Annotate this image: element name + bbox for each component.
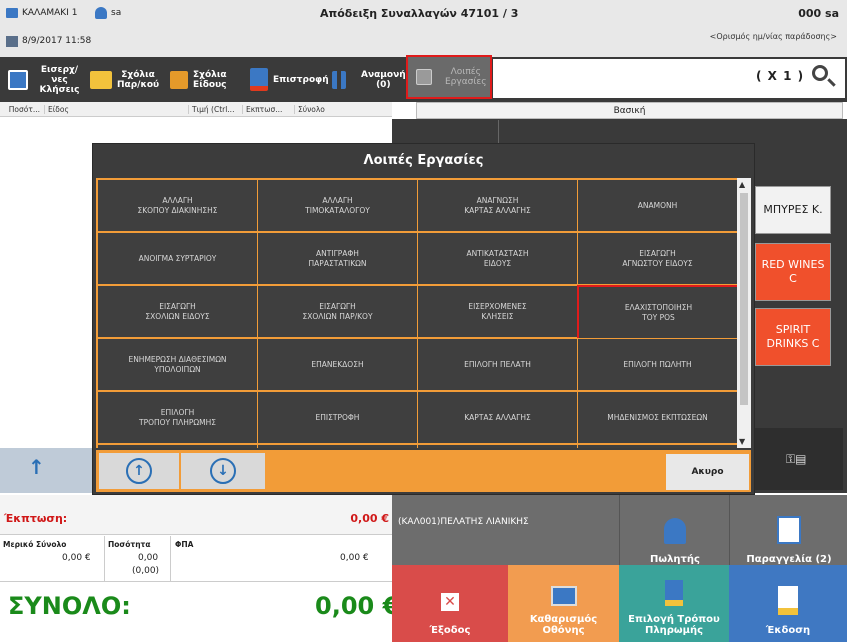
other-tasks-dialog: Λοιπές Εργασίες ΑΛΛΑΓΗ ΣΚΟΠΟΥ ΔΙΑΚΙΝΗΣΗΣ… bbox=[92, 143, 755, 495]
clear-screen-button[interactable]: Καθαρισμός Οθόνης bbox=[508, 565, 619, 642]
page-up-button[interactable]: ↑ bbox=[99, 453, 179, 489]
task-cell[interactable]: ΕΠΙΣΤΡΟΦΗ bbox=[257, 391, 418, 444]
arrow-down-circle-icon: ↓ bbox=[210, 458, 236, 484]
column-quantity[interactable]: Ποσότ... bbox=[0, 105, 44, 114]
subtotal-label: Μερικό Σύνολο bbox=[3, 540, 67, 549]
task-cell[interactable]: ΕΙΣΑΓΩΓΗ ΣΧΟΛΙΩΝ ΕΙΔΟΥΣ bbox=[97, 285, 258, 338]
task-cell-partial[interactable] bbox=[257, 444, 418, 448]
exit-button[interactable]: ✕ Έξοδος bbox=[392, 565, 508, 642]
task-cell[interactable]: ΚΑΡΤΑΣ ΑΛΛΑΓΗΣ bbox=[417, 391, 578, 444]
items-grid-header: Ποσότ... Είδος Τιμή (Ctrl... Εκπτωσ... Σ… bbox=[0, 102, 392, 117]
task-cell[interactable]: ΑΛΛΑΓΗ ΣΚΟΠΟΥ ΔΙΑΚΙΝΗΣΗΣ bbox=[97, 179, 258, 232]
scroll-up-icon[interactable]: ▲ bbox=[739, 180, 745, 189]
pos-terminal-icon bbox=[665, 580, 683, 606]
user-name: sa bbox=[111, 8, 122, 18]
date-time: 8/9/2017 11:58 bbox=[22, 36, 92, 46]
category-beers[interactable]: ΜΠΥΡΕΣ Κ. bbox=[755, 186, 831, 234]
page-down-button[interactable]: ↓ bbox=[181, 453, 265, 489]
task-cell[interactable]: ΕΙΣΕΡΧΟΜΕΝΕΣ ΚΛΗΣΕΙΣ bbox=[417, 285, 578, 338]
customer-panel[interactable] bbox=[392, 495, 619, 565]
monitor-clear-icon bbox=[550, 586, 577, 606]
item-comments-button[interactable]: Σχόλια Είδους bbox=[170, 57, 240, 102]
task-cell[interactable]: ΜΗΔΕΝΙΣΜΟΣ ΕΚΠΤΩΣΕΩΝ bbox=[577, 391, 737, 444]
waiting-button[interactable]: Αναμονή (0) bbox=[332, 57, 406, 102]
tasks-grid: ΑΛΛΑΓΗ ΣΚΟΠΟΥ ΔΙΑΚΙΝΗΣΗΣ ΑΛΛΑΓΗ ΤΙΜΟΚΑΤΑΛ… bbox=[96, 178, 737, 448]
payment-method-button[interactable]: Επιλογή Τρόπου Πληρωμής bbox=[619, 565, 729, 642]
task-cell[interactable]: ΕΙΣΑΓΩΓΗ ΣΧΟΛΙΩΝ ΠΑΡ/ΚΟΥ bbox=[257, 285, 418, 338]
key-document-icon: ⚿▤ bbox=[786, 452, 807, 466]
quantity-value: 0,00 bbox=[138, 553, 159, 563]
notes-icon bbox=[170, 70, 188, 89]
column-total[interactable]: Σύνολο bbox=[294, 104, 348, 114]
user-icon bbox=[95, 7, 107, 19]
store-name: ΚΑΛΑΜΑΚΙ 1 bbox=[22, 8, 78, 18]
delivery-date-link[interactable]: <Ορισμός ημ/νίας παράδοσης> bbox=[710, 32, 837, 41]
task-cell[interactable]: ΑΝΑΜΟΝΗ bbox=[577, 179, 737, 232]
dialog-title: Λοιπές Εργασίες bbox=[93, 144, 754, 177]
task-cell[interactable]: ΕΠΙΛΟΓΗ ΠΕΛΑΤΗ bbox=[417, 338, 578, 391]
vat-label: ΦΠΑ bbox=[175, 540, 194, 549]
orders-button[interactable]: Παραγγελία (2) bbox=[729, 495, 847, 571]
search-icon[interactable] bbox=[812, 65, 828, 81]
discount-value: 0,00 € bbox=[350, 512, 389, 525]
checkbox-icon bbox=[416, 69, 432, 85]
task-cell[interactable]: ΑΝΤΙΚΑΤΑΣΤΑΣΗ ΕΙΔΟΥΣ bbox=[417, 232, 578, 285]
person-icon bbox=[664, 518, 686, 544]
total-value: 0,00 € bbox=[315, 592, 400, 620]
discount-label: Έκπτωση: bbox=[4, 512, 68, 525]
incoming-calls-button[interactable]: Εισερχ/νες Κλήσεις bbox=[8, 57, 86, 102]
task-cell[interactable]: ΕΠΑΝΕΚΔΟΣΗ bbox=[257, 338, 418, 391]
task-cell[interactable]: ΑΝΟΙΓΜΑ ΣΥΡΤΑΡΙΟΥ bbox=[97, 232, 258, 285]
grid-nav-panel bbox=[0, 448, 92, 493]
task-cell-minimize-pos[interactable]: ΕΛΑΧΙΣΤΟΠΟΙΗΣΗ ΤΟΥ POS bbox=[577, 285, 737, 340]
task-cell[interactable]: ΑΛΛΑΓΗ ΤΙΜΟΚΑΤΑΛΟΓΟΥ bbox=[257, 179, 418, 232]
return-icon bbox=[250, 68, 268, 91]
quantity-label: Ποσότητα bbox=[108, 540, 151, 549]
page-title: Απόδειξη Συναλλαγών 47101 / 3 bbox=[320, 7, 519, 20]
other-tasks-button[interactable]: Λοιπές Εργασίες bbox=[406, 55, 492, 99]
task-cell[interactable]: ΕΠΙΛΟΓΗ ΤΡΟΠΟΥ ΠΛΗΡΩΜΗΣ bbox=[97, 391, 258, 444]
arrow-up-circle-icon: ↑ bbox=[126, 458, 152, 484]
pause-icon bbox=[332, 70, 346, 89]
task-cell-partial[interactable] bbox=[577, 444, 737, 448]
quantity-value-secondary: (0,00) bbox=[132, 566, 160, 576]
task-cell[interactable]: ΑΝΑΓΝΩΣΗ ΚΑΡΤΑΣ ΑΛΛΑΓΗΣ bbox=[417, 179, 578, 232]
quantity-multiplier: ( X 1 ) bbox=[756, 69, 805, 83]
divider bbox=[104, 536, 105, 582]
calendar-icon bbox=[6, 36, 18, 47]
notepad-icon bbox=[777, 516, 801, 544]
scrollbar-thumb[interactable] bbox=[740, 193, 748, 405]
cancel-button[interactable]: Ακυρο bbox=[666, 454, 749, 490]
salesman-button[interactable]: Πωλητής bbox=[619, 495, 730, 571]
task-cell-partial[interactable] bbox=[417, 444, 578, 448]
store-icon bbox=[6, 8, 18, 18]
vat-value: 0,00 € bbox=[340, 553, 369, 563]
folder-icon bbox=[90, 70, 112, 89]
task-cell[interactable]: ΕΙΣΑΓΩΓΗ ΑΓΝΩΣΤΟΥ ΕΙΔΟΥΣ bbox=[577, 232, 737, 285]
column-price[interactable]: Τιμή (Ctrl... bbox=[188, 104, 242, 114]
task-cell[interactable]: ΕΠΙΛΟΓΗ ΠΩΛΗΤΗ bbox=[577, 338, 737, 391]
category-red-wines[interactable]: RED WINES C bbox=[755, 243, 831, 301]
subtotal-value: 0,00 € bbox=[62, 553, 91, 563]
order-comments-button[interactable]: Σχόλια Παρ/κού bbox=[90, 57, 170, 102]
close-icon: ✕ bbox=[441, 593, 459, 611]
task-cell[interactable]: ΕΝΗΜΕΡΩΣΗ ΔΙΑΘΕΣΙΜΩΝ ΥΠΟΛΟΙΠΩΝ bbox=[97, 338, 258, 391]
category-tab[interactable]: Βασική bbox=[416, 102, 843, 119]
category-spirit-drinks[interactable]: SPIRIT DRINKS C bbox=[755, 308, 831, 366]
task-cell-partial[interactable] bbox=[97, 444, 258, 448]
scroll-down-icon[interactable]: ▼ bbox=[739, 437, 745, 446]
divider bbox=[170, 536, 171, 582]
column-item[interactable]: Είδος bbox=[44, 104, 188, 114]
grid-up-arrow-icon[interactable]: ↑ bbox=[28, 455, 45, 479]
return-button[interactable]: Επιστροφή bbox=[250, 57, 329, 102]
column-discount[interactable]: Εκπτωσ... bbox=[242, 104, 294, 114]
task-cell[interactable]: ΑΝΤΙΓΡΑΦΗ ΠΑΡΑΣΤΑΤΙΚΩΝ bbox=[257, 232, 418, 285]
counter-user: 000 sa bbox=[798, 7, 839, 20]
issue-button[interactable]: Έκδοση bbox=[729, 565, 847, 642]
receipt-coins-icon bbox=[778, 586, 798, 615]
phone-list-icon bbox=[8, 69, 28, 90]
total-label: ΣΥΝΟΛΟ: bbox=[8, 592, 131, 620]
customer-name: (ΚΑΛ001)ΠΕΛΑΤΗΣ ΛΙΑΝΙΚΗΣ bbox=[398, 517, 529, 527]
